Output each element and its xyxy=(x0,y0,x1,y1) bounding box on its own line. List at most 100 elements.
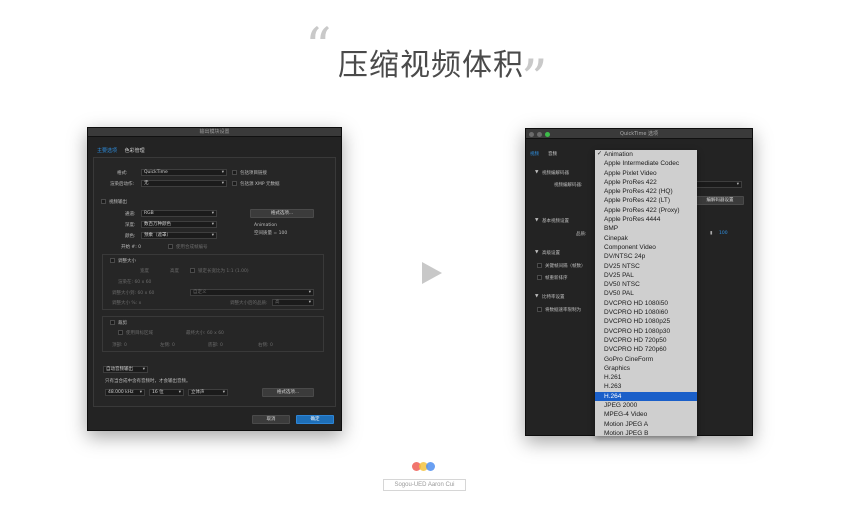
audio-channels-select[interactable]: 立体声 xyxy=(188,389,228,396)
codec-option[interactable]: DV50 PAL xyxy=(595,289,697,298)
height-header: 高度 xyxy=(170,269,179,274)
codec-option-label: DV25 NTSC xyxy=(604,262,640,270)
lock-aspect-checkbox[interactable] xyxy=(190,268,195,273)
quality-value[interactable]: 100 xyxy=(719,231,728,236)
video-output-checkbox[interactable] xyxy=(101,199,106,204)
format-label: 格式: xyxy=(117,171,128,176)
codec-option-label: H.261 xyxy=(604,374,622,382)
codec-option[interactable]: Motion JPEG A xyxy=(595,420,697,429)
video-codec-select-tail[interactable] xyxy=(690,181,742,188)
crop-checkbox[interactable] xyxy=(110,320,115,325)
include-xmp-checkbox[interactable] xyxy=(232,181,237,186)
resize-quality-select[interactable]: 高 xyxy=(272,299,314,306)
close-window-icon[interactable] xyxy=(529,132,534,137)
codec-option[interactable]: Apple Pixlet Video xyxy=(595,169,697,178)
codec-option[interactable]: H.263 xyxy=(595,382,697,391)
video-codec-label: 视频编解码器: xyxy=(554,183,583,188)
channels-select[interactable]: RGB xyxy=(141,210,217,217)
resize-to-label: 调整大小到: 60 x 60 xyxy=(112,291,155,296)
audio-output-select[interactable]: 自动音频输出 xyxy=(103,366,148,373)
codec-option[interactable]: GoPro CineForm xyxy=(595,355,697,364)
codec-option-label: Apple Intermediate Codec xyxy=(604,160,680,168)
codec-option-label: Apple ProRes 4444 xyxy=(604,216,661,224)
codec-option[interactable]: DV50 NTSC xyxy=(595,280,697,289)
crop-right-label: 右侧: 0 xyxy=(258,343,273,348)
codec-option[interactable]: Apple ProRes 422 (Proxy) xyxy=(595,206,697,215)
audio-format-options-button[interactable]: 格式选项... xyxy=(262,388,314,397)
use-comp-frame-checkbox[interactable] xyxy=(168,244,173,249)
codec-option[interactable]: H.264 xyxy=(595,391,697,402)
section-toggle-advanced[interactable]: ▼ xyxy=(535,250,538,255)
codec-option-label: DVCPRO HD 1080i50 xyxy=(604,299,668,307)
blue-dot xyxy=(426,462,435,471)
limit-bitrate-checkbox[interactable] xyxy=(537,307,542,312)
codec-option[interactable]: DV/NTSC 24p xyxy=(595,252,697,261)
use-roi-checkbox[interactable] xyxy=(118,330,123,335)
codec-option[interactable]: DVCPRO HD 720p60 xyxy=(595,345,697,354)
tab-audio[interactable]: 音频 xyxy=(548,151,557,157)
crop-top-label: 顶部: 0 xyxy=(112,343,127,348)
keyframe-checkbox[interactable] xyxy=(537,263,542,268)
sample-rate-select[interactable]: 48.000 kHz xyxy=(105,389,145,396)
codec-option[interactable]: H.261 xyxy=(595,373,697,382)
frame-reorder-label: 帧重新排序 xyxy=(545,276,568,281)
format-options-button[interactable]: 格式选项... xyxy=(250,209,314,218)
codec-option-label: H.264 xyxy=(604,392,622,400)
codec-option[interactable]: DV25 NTSC xyxy=(595,262,697,271)
color-select[interactable]: 预乘（遮罩） xyxy=(141,232,217,239)
codec-option-label: DVCPRO HD 1080p25 xyxy=(604,318,671,326)
codec-option[interactable]: Apple Intermediate Codec xyxy=(595,159,697,168)
bit-depth-select[interactable]: 16 位 xyxy=(149,389,184,396)
use-roi-label: 使用目标区域 xyxy=(126,331,153,336)
audio-note: 只有当合成中含有音频时，才会输出音频。 xyxy=(105,379,191,384)
codec-option[interactable]: Cinepak xyxy=(595,234,697,243)
quality-label: 品质: xyxy=(576,232,587,237)
codec-settings-button[interactable]: 编解码器设置 xyxy=(696,196,744,205)
codec-option[interactable]: DV25 PAL xyxy=(595,271,697,280)
codec-option[interactable]: JPEG 2000 xyxy=(595,401,697,410)
codec-option-label: Graphics xyxy=(604,364,631,372)
minimize-window-icon[interactable] xyxy=(537,132,542,137)
codec-option[interactable]: DVCPRO HD 1080p25 xyxy=(595,317,697,326)
include-project-link-checkbox[interactable] xyxy=(232,170,237,175)
ok-button[interactable]: 确定 xyxy=(296,415,334,424)
frame-reorder-checkbox[interactable] xyxy=(537,275,542,280)
codec-option[interactable]: Motion JPEG B xyxy=(595,429,697,436)
post-render-select[interactable]: 无 xyxy=(141,180,227,187)
codec-option[interactable]: MPEG-4 Video xyxy=(595,410,697,419)
codec-option-label: MPEG-4 Video xyxy=(604,411,648,419)
close-quote-mark: ” xyxy=(521,50,548,110)
codec-option[interactable]: Apple ProRes 422 xyxy=(595,178,697,187)
resize-preset-select[interactable]: 自定义 xyxy=(190,289,314,296)
codec-option[interactable]: Apple ProRes 422 (HQ) xyxy=(595,187,697,196)
codec-option-label: Apple ProRes 422 (Proxy) xyxy=(604,206,680,214)
codec-option[interactable]: Apple ProRes 4444 xyxy=(595,215,697,224)
codec-option-label: DV/NTSC 24p xyxy=(604,253,646,261)
codec-option[interactable]: ✓ Animation xyxy=(595,150,697,159)
resize-checkbox[interactable] xyxy=(110,258,115,263)
codec-option[interactable]: DVCPRO HD 1080i50 xyxy=(595,299,697,308)
cancel-button[interactable]: 取消 xyxy=(252,415,290,424)
codec-option[interactable]: Apple ProRes 422 (LT) xyxy=(595,196,697,205)
tab-video[interactable]: 视频 xyxy=(530,151,539,157)
section-toggle-bitrate[interactable]: ▼ xyxy=(535,294,538,299)
codec-option[interactable]: Graphics xyxy=(595,364,697,373)
codec-option[interactable]: BMP xyxy=(595,224,697,233)
section-toggle-codec[interactable]: ▼ xyxy=(535,170,538,175)
video-output-label: 视频输出 xyxy=(109,200,127,205)
tab-main-options[interactable]: 主要选项 xyxy=(97,148,117,154)
tab-color-management[interactable]: 色彩管理 xyxy=(125,148,145,154)
resize-percent-label: 调整大小 %: x xyxy=(112,301,142,306)
section-toggle-basic[interactable]: ▼ xyxy=(535,218,538,223)
codec-dropdown-list[interactable]: ✓ Animation Apple Intermediate Codec Apple … xyxy=(595,150,697,436)
codec-option-label: DVCPRO HD 1080p30 xyxy=(604,327,671,335)
codec-option[interactable]: DVCPRO HD 1080i60 xyxy=(595,308,697,317)
codec-option-label: Motion JPEG B xyxy=(604,429,649,436)
depth-select[interactable]: 数百万种颜色 xyxy=(141,221,217,228)
codec-option[interactable]: DVCPRO HD 1080p30 xyxy=(595,327,697,336)
zoom-window-icon[interactable] xyxy=(545,132,550,137)
codec-option[interactable]: Component Video xyxy=(595,243,697,252)
format-select[interactable]: QuickTime xyxy=(141,169,227,176)
codec-option[interactable]: DVCPRO HD 720p50 xyxy=(595,336,697,345)
basic-settings-section: 基本视频设置 xyxy=(542,219,569,224)
